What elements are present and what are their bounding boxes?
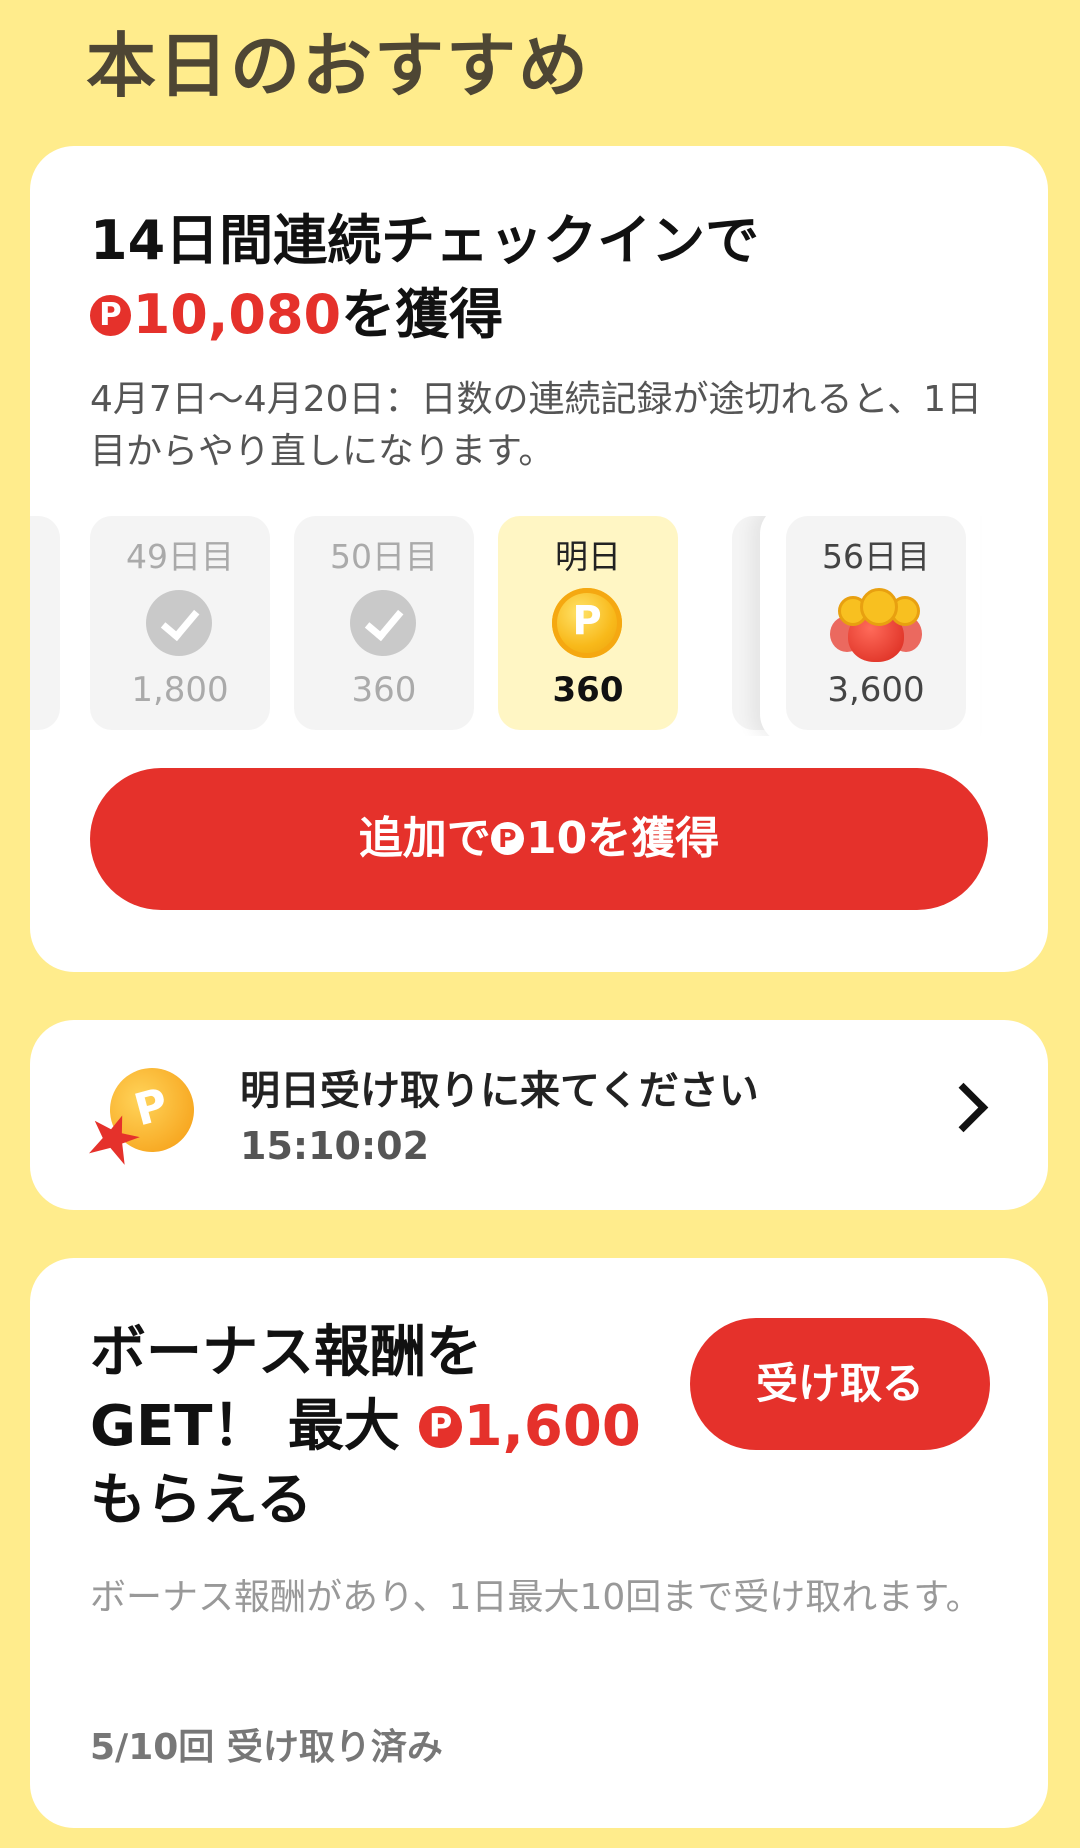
earn-extra-prefix: 追加で [358, 813, 491, 864]
gold-coin-icon [552, 588, 622, 658]
checkin-description: 4月7日～4月20日：日数の連続記録が途切れると、1日目からやり直しになります。 [90, 379, 982, 472]
days-strip[interactable]: 49日目 1,800 50日目 360 明日 360 52 3 56日目 [30, 516, 1048, 736]
day-tile-final: 56日目 3,600 [786, 516, 966, 730]
check-icon [350, 590, 416, 656]
checkin-headline: 14日間連続チェックインで 10,080を獲得 [90, 204, 970, 352]
day-label: 49日目 [126, 537, 234, 576]
bonus-amount: 1,600 [419, 1394, 641, 1459]
bonus-description: ボーナス報酬があり、1日最大10回まで受け取れます。 [90, 1577, 982, 1618]
checkin-card: 14日間連続チェックインで 10,080を獲得 4月7日～4月20日：日数の連続… [30, 146, 1048, 972]
come-back-tomorrow-card[interactable]: 明日受け取りに来てください 15:10:02 [30, 1020, 1048, 1210]
day-tile: 49日目 1,800 [90, 516, 270, 730]
reward-bag-icon [830, 588, 922, 664]
countdown-timer: 15:10:02 [240, 1124, 430, 1168]
bonus-title-line1: ボーナス報酬を [90, 1320, 482, 1385]
bonus-title: ボーナス報酬を GET！ 最大 1,600 もらえる [90, 1316, 650, 1538]
earn-extra-amount: 10 [525, 813, 588, 864]
checkin-headline-line1: 14日間連続チェックインで [90, 209, 760, 272]
checkin-reward-suffix: を獲得 [341, 283, 504, 346]
bonus-title-line2: GET！ 最大 [90, 1394, 400, 1459]
point-icon [419, 1405, 462, 1449]
day-amount: 3,600 [827, 670, 925, 710]
bonus-progress: 5/10回 受け取り済み [90, 1727, 443, 1768]
earn-extra-button[interactable]: 追加で 10を獲得 [90, 768, 988, 910]
bonus-title-line3: もらえる [90, 1468, 313, 1533]
bonus-card: ボーナス報酬を GET！ 最大 1,600 もらえる 受け取る ボーナス報酬があ… [30, 1258, 1048, 1828]
coin-burst-icon [90, 1056, 204, 1166]
receive-button[interactable]: 受け取る [690, 1318, 990, 1450]
day-amount: 1,800 [131, 670, 229, 710]
checkin-reward: 10,080 [90, 283, 341, 346]
day-tile: 50日目 360 [294, 516, 474, 730]
day-amount: 360 [351, 670, 417, 710]
day-tile-previous [30, 516, 60, 730]
checkin-reward-amount: 10,080 [132, 283, 342, 346]
chevron-right-icon[interactable] [938, 1082, 989, 1133]
point-icon [490, 822, 524, 856]
day-label: 50日目 [330, 537, 438, 576]
day-amount: 360 [552, 670, 624, 710]
earn-extra-suffix: を獲得 [587, 813, 720, 864]
section-title: 本日のおすすめ [86, 25, 590, 107]
bonus-amount-value: 1,600 [463, 1394, 641, 1459]
check-icon [146, 590, 212, 656]
point-icon [90, 295, 131, 336]
day-label: 明日 [555, 537, 621, 576]
come-back-text: 明日受け取りに来てください [240, 1068, 759, 1114]
day-tile-current: 明日 360 [498, 516, 678, 730]
day-label: 56日目 [822, 537, 930, 576]
